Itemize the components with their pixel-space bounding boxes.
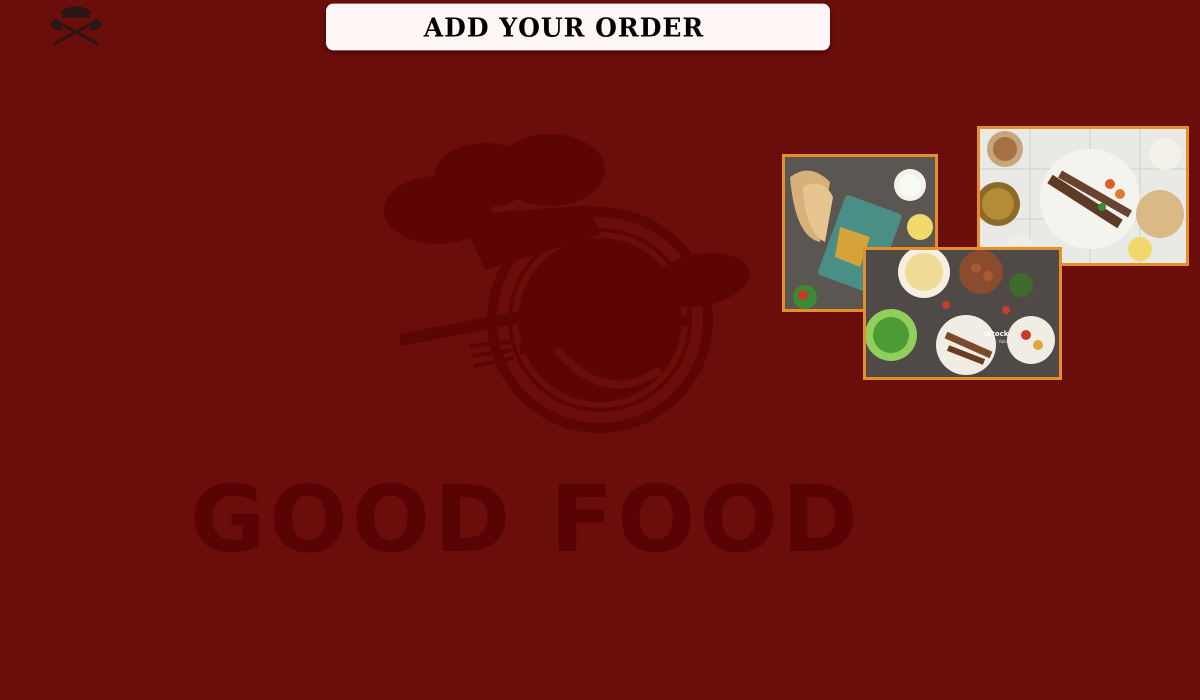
chef-logo-icon[interactable] bbox=[46, 2, 106, 50]
order-page: { "header": { "title": "ADD YOUR ORDER",… bbox=[0, 0, 1200, 700]
brand-wordmark: GOOD FOOD bbox=[190, 470, 862, 570]
food-photo-kebab-platter[interactable] bbox=[977, 126, 1189, 266]
watermark-text: iStock bbox=[984, 330, 1009, 338]
brand-logo-icon bbox=[360, 120, 800, 450]
watermark-credit: Credit: Yulia Gusterina bbox=[984, 339, 1029, 344]
food-photo-mezze-spread[interactable]: iStock Credit: Yulia Gusterina bbox=[863, 247, 1062, 380]
page-title: ADD YOUR ORDER bbox=[326, 3, 830, 51]
